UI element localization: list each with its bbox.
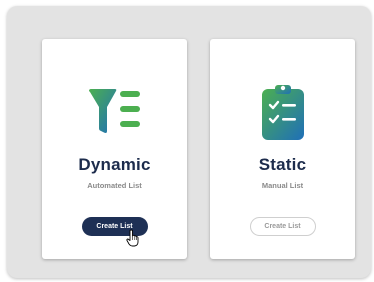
list-type-panel: Dynamic Automated List Create List Stati… xyxy=(7,6,371,278)
static-list-card[interactable]: Static Manual List Create List xyxy=(210,39,355,259)
hand-pointer-cursor-icon xyxy=(126,229,139,247)
funnel-list-icon xyxy=(88,89,140,133)
card-subtitle: Manual List xyxy=(261,181,304,190)
card-title: Dynamic xyxy=(78,155,151,174)
card-subtitle: Automated List xyxy=(87,181,142,190)
clipboard-checklist-icon xyxy=(261,85,304,140)
dynamic-list-card[interactable]: Dynamic Automated List Create List xyxy=(42,39,187,259)
card-title: Static xyxy=(258,155,307,174)
create-static-list-button[interactable]: Create List xyxy=(249,217,316,236)
